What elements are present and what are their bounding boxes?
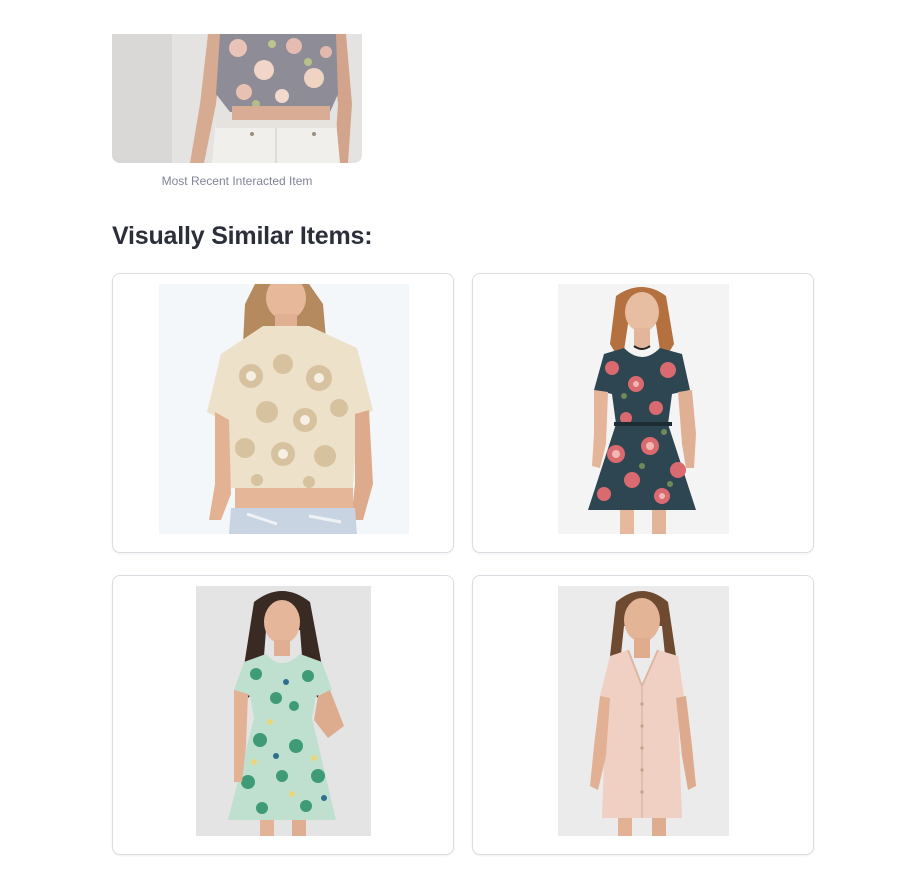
product-image — [159, 284, 409, 534]
product-card[interactable] — [472, 575, 814, 855]
product-card[interactable] — [112, 273, 454, 553]
recent-item-caption: Most Recent Interacted Item — [161, 174, 313, 188]
product-card[interactable] — [472, 273, 814, 553]
product-image — [558, 586, 729, 836]
product-image — [196, 586, 371, 836]
recent-item-image[interactable] — [112, 34, 362, 163]
section-title: Visually Similar Items: — [112, 222, 373, 250]
recent-item: Most Recent Interacted Item — [112, 34, 362, 188]
product-image — [558, 284, 729, 534]
product-card[interactable] — [112, 575, 454, 855]
